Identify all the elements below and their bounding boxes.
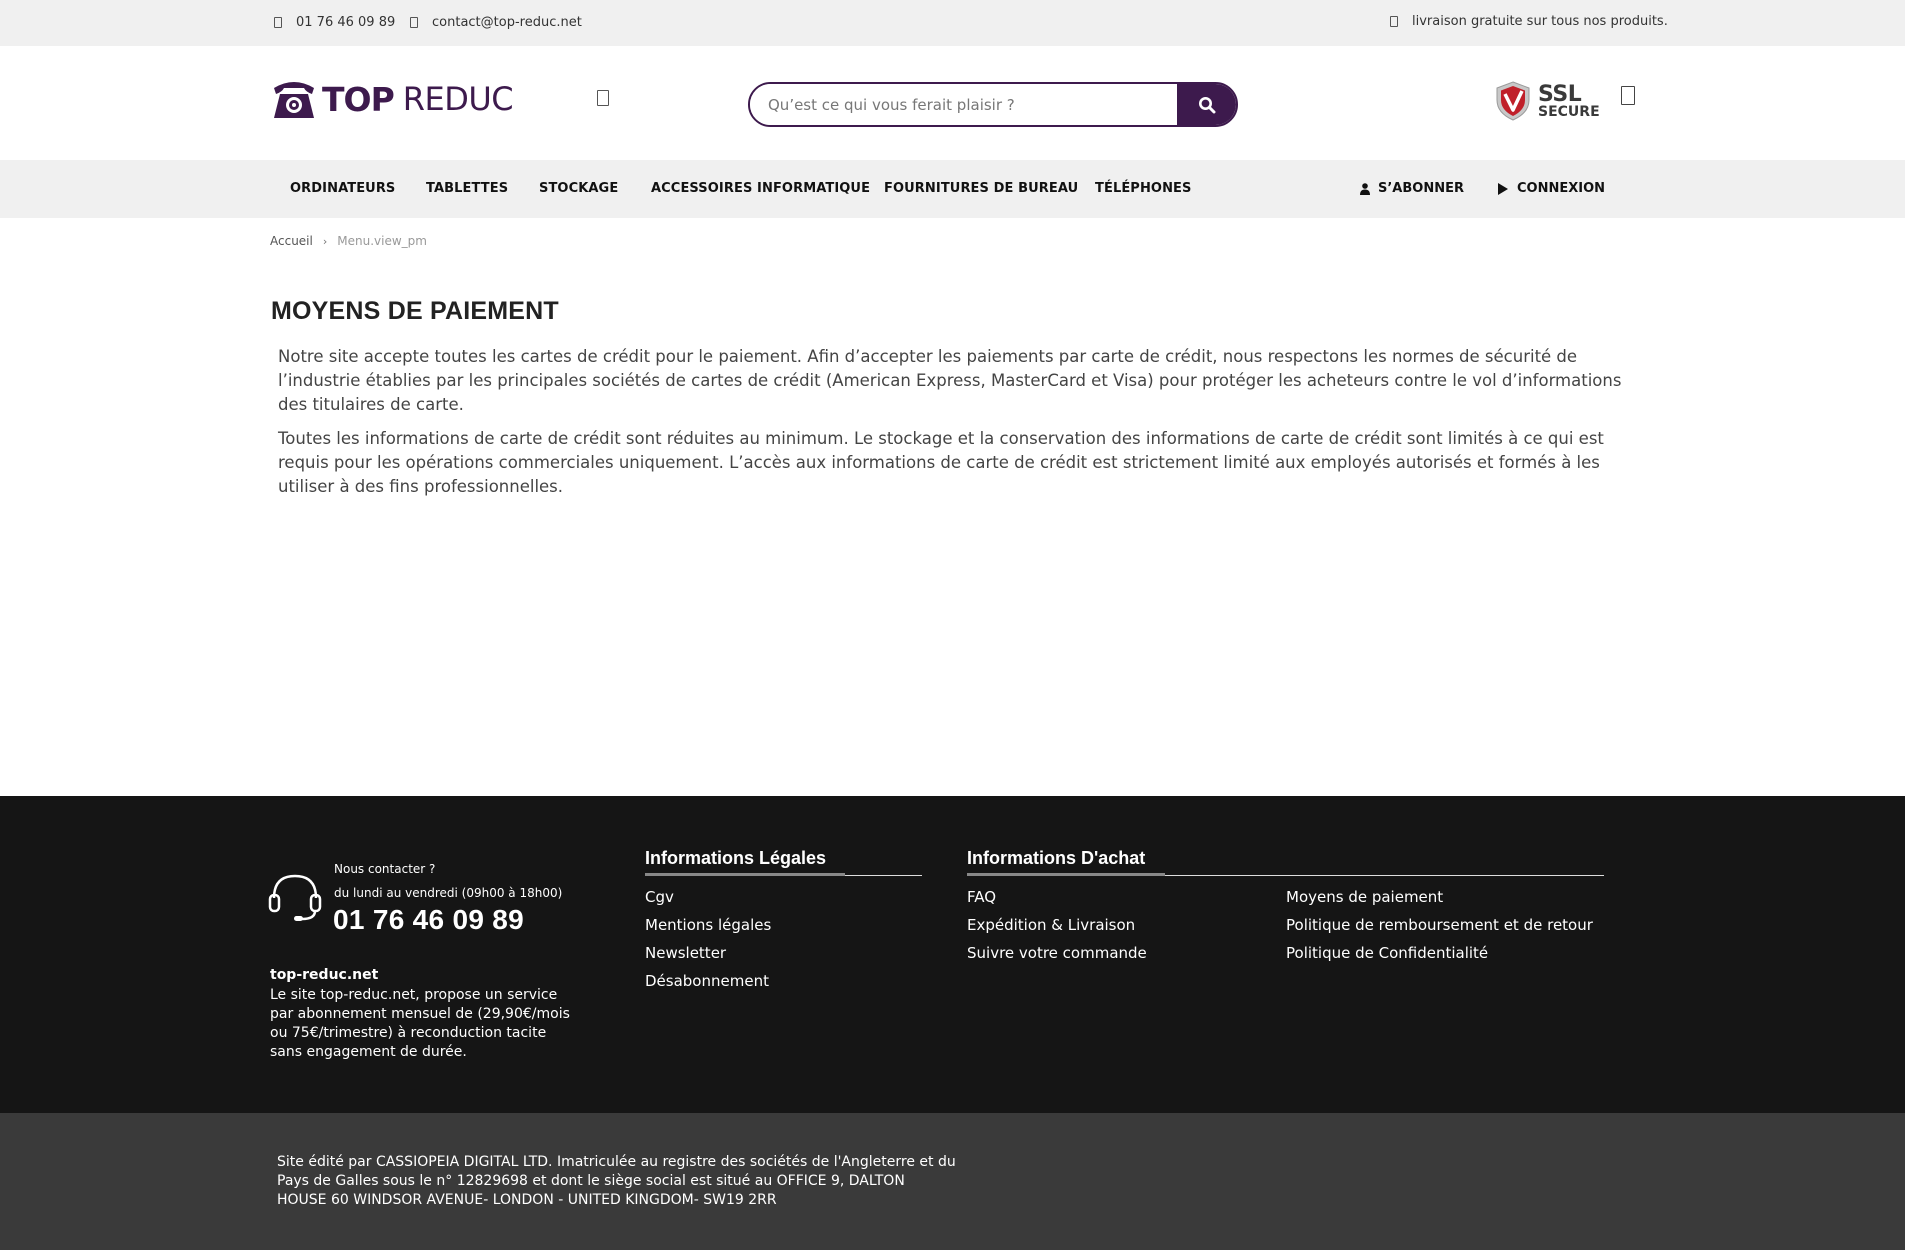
footer-link-shipping[interactable]: Expédition & Livraison bbox=[967, 916, 1135, 934]
cart-icon[interactable] bbox=[1621, 86, 1635, 105]
legal-divider-accent bbox=[645, 873, 845, 876]
shield-icon bbox=[1496, 81, 1530, 121]
content-paragraph: Toutes les informations de carte de créd… bbox=[278, 429, 1604, 496]
contact-question: Nous contacter ? bbox=[334, 862, 436, 876]
topbar-email[interactable]: contact@top-reduc.net bbox=[410, 15, 582, 30]
nav-item-fournitures[interactable]: FOURNITURES DE BUREAU bbox=[884, 181, 1078, 196]
footer-site-description: Le site top-reduc.net, propose un servic… bbox=[270, 987, 570, 1060]
footer-link-payment[interactable]: Moyens de paiement bbox=[1286, 888, 1443, 906]
footer-link-tracking[interactable]: Suivre votre commande bbox=[967, 944, 1147, 962]
site-logo[interactable]: TOP REDUC bbox=[270, 78, 514, 120]
login-label: CONNEXION bbox=[1517, 181, 1606, 196]
legal-bottom-bar: Site édité par CASSIOPEIA DIGITAL LTD. I… bbox=[0, 1113, 1905, 1250]
footer-link-unsubscribe[interactable]: Désabonnement bbox=[645, 972, 769, 990]
purchase-info-title: Informations D'achat bbox=[967, 848, 1146, 868]
breadcrumb-current: Menu.view_pm bbox=[337, 234, 427, 248]
ssl-secure-badge: SSL SECURE bbox=[1494, 80, 1600, 122]
footer-site-name: top-reduc.net bbox=[270, 967, 379, 983]
legal-info-title: Informations Légales bbox=[645, 848, 827, 868]
footer-link-privacy[interactable]: Politique de Confidentialité bbox=[1286, 944, 1488, 962]
topbar-email-text: contact@top-reduc.net bbox=[432, 15, 582, 30]
purchase-divider-accent bbox=[967, 873, 1165, 876]
contact-hours: du lundi au vendredi (09h00 à 18h00) bbox=[334, 886, 563, 900]
chevron-right-icon: › bbox=[322, 234, 328, 248]
logo-reduc-text: REDUC bbox=[402, 80, 514, 118]
search-icon bbox=[1198, 96, 1215, 113]
page-content: Notre site accepte toutes les cartes de … bbox=[278, 345, 1638, 509]
breadcrumb-home[interactable]: Accueil bbox=[270, 234, 313, 248]
telephone-logo-icon bbox=[274, 82, 314, 118]
nav-item-telephones[interactable]: TÉLÉPHONES bbox=[1095, 181, 1192, 196]
nav-item-accessoires[interactable]: ACCESSOIRES INFORMATIQUE bbox=[651, 181, 870, 196]
envelope-icon bbox=[410, 17, 418, 28]
footer-link-mentions[interactable]: Mentions légales bbox=[645, 916, 771, 934]
site-header: TOP REDUC SSL SECURE bbox=[0, 46, 1905, 160]
subscribe-link[interactable]: S’ABONNER bbox=[1360, 181, 1464, 196]
nav-item-tablettes[interactable]: TABLETTES bbox=[426, 181, 508, 196]
login-link[interactable]: CONNEXION bbox=[1498, 181, 1605, 196]
main-nav: ORDINATEURS TABLETTES STOCKAGE ACCESSOIR… bbox=[0, 160, 1905, 218]
footer-link-refund[interactable]: Politique de remboursement et de retour bbox=[1286, 916, 1593, 934]
footer-link-newsletter[interactable]: Newsletter bbox=[645, 944, 726, 962]
ssl-label: SSL bbox=[1538, 81, 1582, 107]
menu-icon[interactable] bbox=[597, 90, 609, 106]
user-icon bbox=[1360, 182, 1370, 195]
play-arrow-icon bbox=[1498, 182, 1508, 195]
topbar-shipping-text: livraison gratuite sur tous nos produits… bbox=[1412, 14, 1668, 29]
contact-phone[interactable]: 01 76 46 09 89 bbox=[333, 904, 524, 936]
search-input[interactable] bbox=[750, 84, 1177, 125]
subscribe-label: S’ABONNER bbox=[1378, 181, 1464, 196]
phone-icon bbox=[274, 17, 282, 28]
page-title: MOYENS DE PAIEMENT bbox=[271, 297, 559, 325]
truck-icon bbox=[1390, 16, 1398, 27]
site-footer: Nous contacter ? du lundi au vendredi (0… bbox=[0, 796, 1905, 1113]
topbar-phone-text: 01 76 46 09 89 bbox=[296, 15, 396, 30]
search-button[interactable] bbox=[1177, 84, 1236, 125]
top-bar: 01 76 46 09 89 contact@top-reduc.net liv… bbox=[0, 0, 1905, 46]
content-paragraph: Notre site accepte toutes les cartes de … bbox=[278, 347, 1622, 414]
logo-top-text: TOP bbox=[322, 79, 395, 119]
company-legal-text: Site édité par CASSIOPEIA DIGITAL LTD. I… bbox=[277, 1154, 956, 1208]
nav-item-stockage[interactable]: STOCKAGE bbox=[539, 181, 618, 196]
search-bar bbox=[748, 82, 1238, 127]
nav-item-ordinateurs[interactable]: ORDINATEURS bbox=[290, 181, 395, 196]
headset-icon bbox=[268, 874, 322, 921]
topbar-shipping: livraison gratuite sur tous nos produits… bbox=[1390, 14, 1668, 29]
topbar-phone[interactable]: 01 76 46 09 89 bbox=[274, 15, 395, 30]
secure-label: SECURE bbox=[1538, 103, 1600, 120]
footer-link-faq[interactable]: FAQ bbox=[967, 888, 996, 906]
footer-link-cgv[interactable]: Cgv bbox=[645, 888, 674, 906]
breadcrumb: Accueil › Menu.view_pm bbox=[270, 234, 427, 248]
